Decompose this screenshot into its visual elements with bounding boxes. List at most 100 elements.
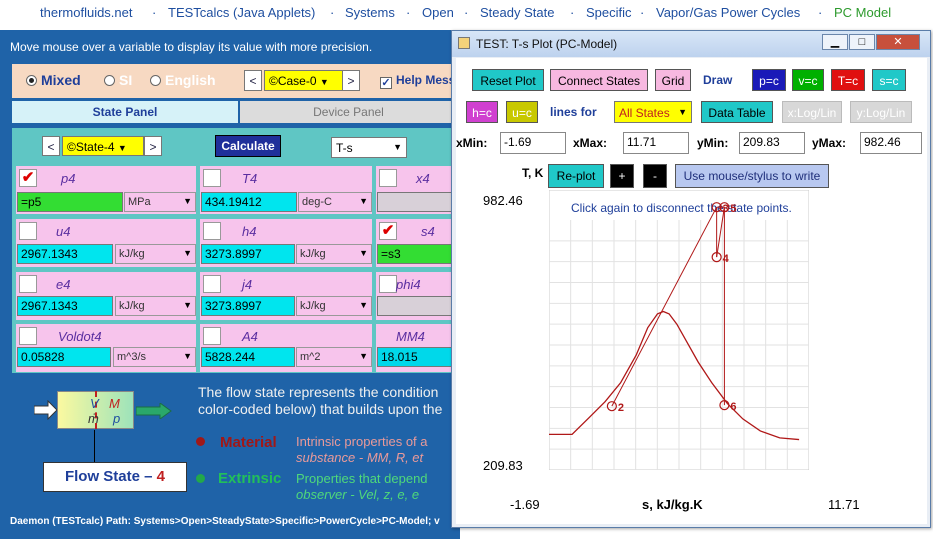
nav-link-open[interactable]: Open [422,5,454,20]
unit-select-A4[interactable]: m^2 ▼ [296,347,372,367]
unit-select-h4[interactable]: kJ/kg ▼ [296,244,372,264]
nav-link-specific[interactable]: Specific [586,5,632,20]
p-const-button[interactable]: p=c [752,69,786,91]
checkbox[interactable] [19,222,37,240]
nav-separator: · [570,5,575,20]
xmin-input[interactable]: -1.69 [500,132,566,154]
unit-select-T4[interactable]: deg-C ▼ [298,192,372,212]
tab-state-panel[interactable]: State Panel [12,101,238,123]
property-value-T4[interactable]: 434.19412 [201,192,297,212]
radio-english[interactable]: English [150,72,216,88]
state-prev-button[interactable]: < [42,136,60,156]
y-log-lin-button[interactable]: y:Log/Lin [850,101,912,123]
case-value: ©Case-0 [269,74,317,88]
chevron-down-icon: ▼ [319,77,329,87]
radio-mixed[interactable]: Mixed [26,72,81,88]
unit-select-e4[interactable]: kJ/kg ▼ [115,296,196,316]
property-value-u4[interactable]: 2967.1343 [17,244,113,264]
radio-si-label: SI [119,72,133,88]
grid-button[interactable]: Grid [655,69,691,91]
h-const-button[interactable]: h=c [466,101,498,123]
unit-select-p4[interactable]: MPa ▼ [124,192,196,212]
nav-link-systems[interactable]: Systems [345,5,395,20]
ymin-input[interactable]: 209.83 [739,132,805,154]
daemon-path: Daemon (TESTcalc) Path: Systems>Open>Ste… [10,516,440,527]
checkbox[interactable] [379,275,397,293]
nav-link-testcalcs[interactable]: TESTcalcs (Java Applets) [168,5,315,20]
nav-separator: · [464,5,469,20]
flow-description-line: The flow state represents the condition [198,384,439,400]
units-bar: Mixed SI English < ©Case-0 ▼ > ✓ Help Mes… [12,64,457,98]
nav-link-power-cycles[interactable]: Vapor/Gas Power Cycles [656,5,800,20]
connect-states-button[interactable]: Connect States [550,69,648,91]
check-icon[interactable]: ✔ [379,222,397,240]
property-value-A4[interactable]: 5828.244 [201,347,295,367]
case-prev-button[interactable]: < [244,70,262,91]
property-value-x4[interactable] [377,192,452,212]
nav-link-pc-model[interactable]: PC Model [834,5,891,20]
calculate-button[interactable]: Calculate [215,135,281,157]
states-select[interactable]: All States ▼ [614,101,692,123]
x-log-lin-button[interactable]: x:Log/Lin [782,101,842,123]
property-label: j4 [242,277,253,292]
unit-select-voldot4[interactable]: m^3/s ▼ [113,347,196,367]
flow-state-title: Flow State [64,468,140,485]
xmax-input[interactable]: 11.71 [623,132,689,154]
data-table-button[interactable]: Data Table [701,101,773,123]
ts-plot-area[interactable]: Click again to disconnect the state poin… [549,190,809,470]
unit-value: deg-C [302,196,332,208]
reset-plot-button[interactable]: Reset Plot [472,69,544,91]
maximize-button[interactable]: □ [849,34,875,50]
y-tick-label: 982.46 [483,193,523,208]
panel-tabs: State Panel Device Panel [12,101,457,123]
case-select[interactable]: ©Case-0 ▼ [264,70,344,91]
zoom-out-button[interactable]: - [643,164,667,188]
state-next-button[interactable]: > [144,136,162,156]
minimize-button[interactable]: ▁ [822,34,848,50]
s-const-button[interactable]: s=c [872,69,906,91]
flow-state-pointer-line [94,430,95,463]
property-value-s4[interactable]: =s3 [377,244,452,264]
property-value-j4[interactable]: 3273.8997 [201,296,295,316]
checkbox[interactable] [203,169,221,187]
checkbox[interactable] [19,327,37,345]
nav-link-steady-state[interactable]: Steady State [480,5,554,20]
check-icon[interactable]: ✔ [19,169,37,187]
top-navigation: thermofluids.net · TESTcalcs (Java Apple… [0,0,933,28]
checkbox[interactable] [203,275,221,293]
unit-value: MPa [128,196,151,208]
property-value-p4[interactable]: =p5 [17,192,123,212]
ymax-input[interactable]: 982.46 [860,132,922,154]
property-value-voldot4[interactable]: 0.05828 [17,347,111,367]
u-const-button[interactable]: u=c [506,101,538,123]
unit-select-u4[interactable]: kJ/kg ▼ [115,244,196,264]
T-const-button[interactable]: T=c [831,69,865,91]
case-next-button[interactable]: > [342,70,360,91]
checkbox[interactable] [203,222,221,240]
xmax-label: xMax: [573,136,608,150]
checkbox[interactable] [379,169,397,187]
extrinsic-bullet-icon [196,474,205,483]
property-value-h4[interactable]: 3273.8997 [201,244,295,264]
chevron-down-icon: ▼ [678,107,687,117]
v-const-button[interactable]: v=c [792,69,824,91]
property-value-MM4: 18.015 [377,347,452,367]
unit-select-j4[interactable]: kJ/kg ▼ [296,296,372,316]
check-icon: ✓ [380,77,392,89]
diagram-select[interactable]: T-s ▼ [331,137,407,158]
tab-device-panel[interactable]: Device Panel [240,101,457,123]
replot-button[interactable]: Re-plot [548,164,604,188]
radio-si[interactable]: SI [104,72,132,88]
checkbox[interactable] [203,327,221,345]
help-messages-checkbox[interactable]: ✓ Help Mess [380,73,455,89]
chevron-down-icon: ▼ [393,142,402,152]
mouse-write-button[interactable]: Use mouse/stylus to write [675,164,829,188]
checkbox[interactable] [19,275,37,293]
property-label: x4 [416,171,430,186]
close-button[interactable]: ✕ [876,34,920,50]
zoom-in-button[interactable]: + [610,164,634,188]
property-value-phi4[interactable] [377,296,452,316]
state-select[interactable]: ©State-4 ▼ [62,136,144,156]
nav-link-thermofluids[interactable]: thermofluids.net [40,5,133,20]
property-value-e4[interactable]: 2967.1343 [17,296,113,316]
